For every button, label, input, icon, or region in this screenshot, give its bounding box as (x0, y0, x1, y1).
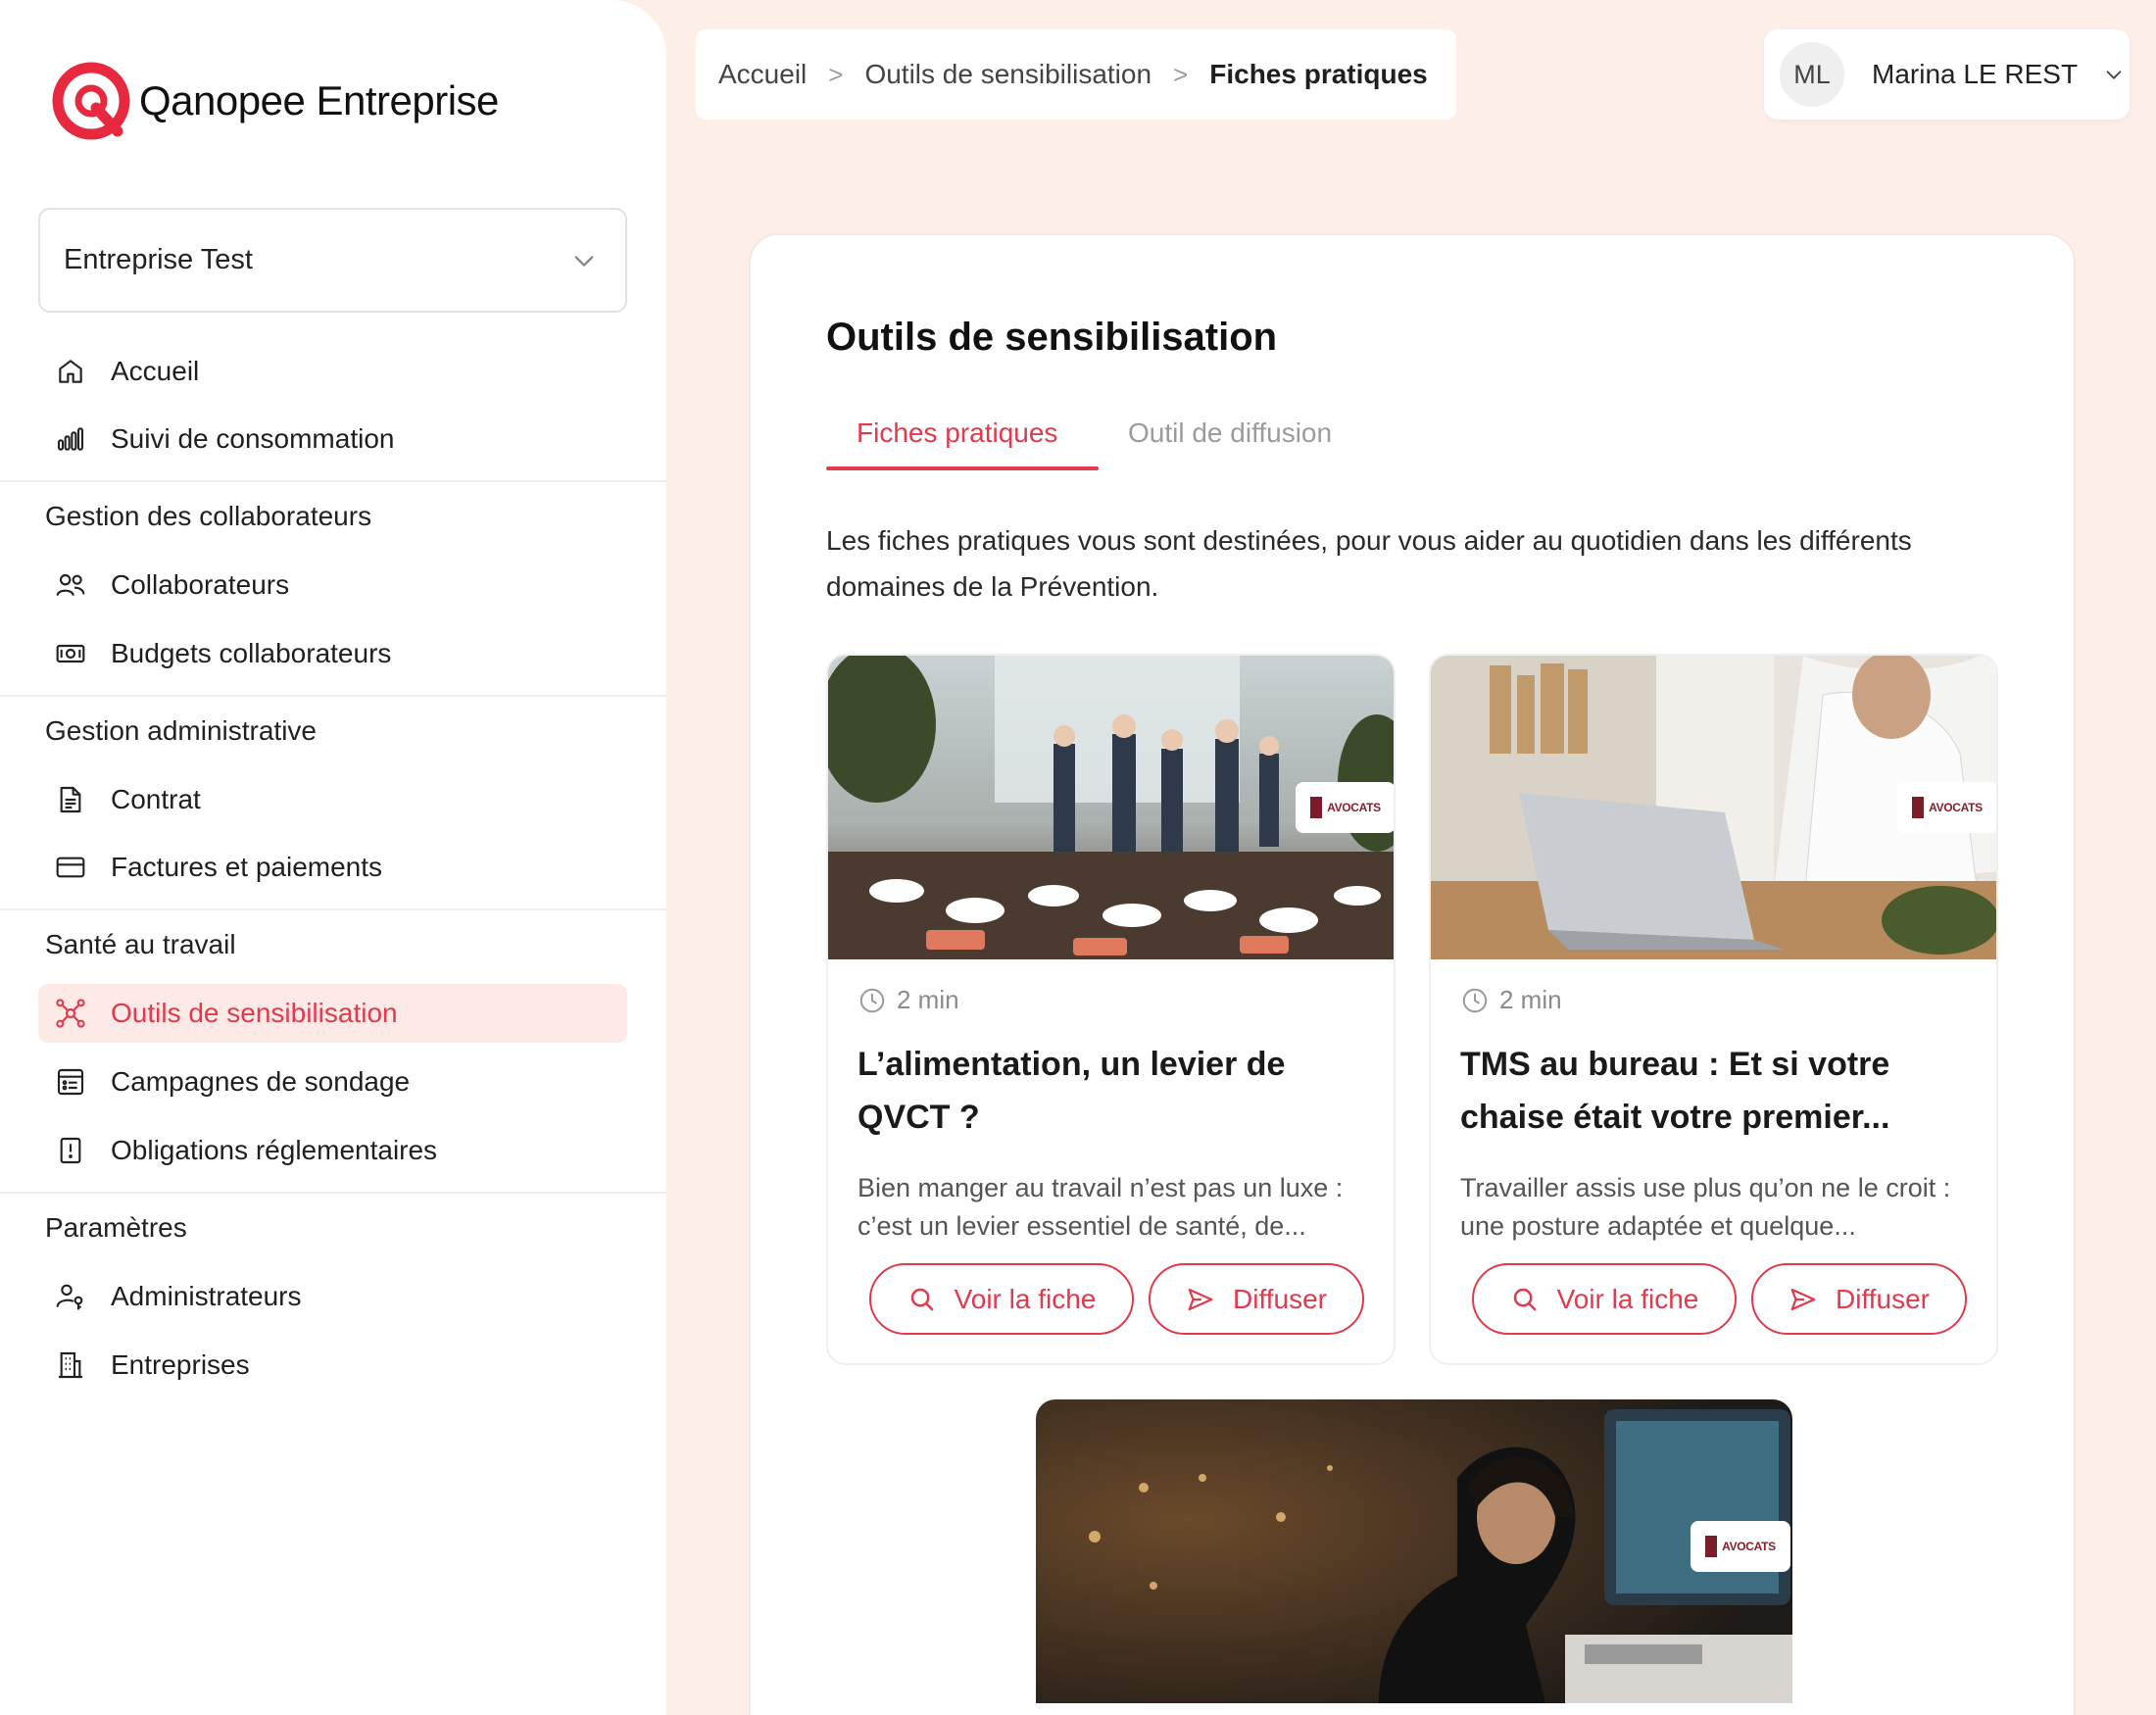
sidebar-item-budgets-collaborateurs[interactable]: Budgets collaborateurs (38, 624, 627, 683)
tab-fiches-pratiques[interactable]: Fiches pratiques (857, 417, 1057, 449)
partner-logo: AVOCATS (1690, 1521, 1790, 1572)
article-card[interactable]: AVOCATS 2 min L’alimentation, un levier … (826, 654, 1396, 1365)
sidebar-item-contrat[interactable]: Contrat (38, 770, 627, 829)
sidebar-item-administrateurs[interactable]: Administrateurs (38, 1267, 627, 1326)
sidebar-item-outils-sensibilisation[interactable]: Outils de sensibilisation (38, 984, 627, 1043)
article-title[interactable]: TMS au bureau : Et si votre chaise était… (1460, 1038, 1970, 1144)
sidebar-item-accueil[interactable]: Accueil (38, 342, 627, 401)
intro-text: Les fiches pratiques vous sont destinées… (826, 525, 1912, 602)
section-title-gestion-collaborateurs: Gestion des collaborateurs (45, 501, 372, 531)
section-title-gestion-administrative: Gestion administrative (45, 715, 318, 746)
view-sheet-button[interactable]: Voir la fiche (1472, 1263, 1737, 1335)
office-buffet-photo: AVOCATS (828, 656, 1394, 959)
share-label: Diffuser (1836, 1283, 1930, 1314)
clock-icon (1462, 988, 1488, 1012)
article-excerpt: Travailler assis use plus qu’on ne le cr… (1460, 1173, 1951, 1241)
share-button[interactable]: Diffuser (1751, 1263, 1967, 1335)
share-label: Diffuser (1233, 1283, 1327, 1314)
sidebar-item-label: Outils de sensibilisation (111, 998, 398, 1028)
article-card[interactable]: AVOCATS 2 min TMS au bureau : Et si votr… (1429, 654, 1998, 1365)
bar-chart-icon (54, 422, 87, 456)
sidebar-divider (0, 695, 666, 697)
brand-name: Qanopee Entreprise (139, 77, 499, 123)
sidebar-item-label: Administrateurs (111, 1281, 302, 1311)
sidebar-item-label: Collaborateurs (111, 569, 290, 600)
users-icon (54, 568, 87, 602)
breadcrumb-separator: > (1173, 59, 1189, 89)
active-tab-indicator (826, 466, 1099, 470)
send-icon (1188, 1288, 1213, 1310)
sidebar-item-factures-paiements[interactable]: Factures et paiements (38, 838, 627, 897)
section-title-parametres: Paramètres (45, 1212, 187, 1243)
sidebar-item-label: Accueil (111, 356, 200, 386)
view-sheet-label: Voir la fiche (954, 1283, 1097, 1314)
sidebar-divider (0, 480, 666, 482)
sidebar-item-obligations-reglementaires[interactable]: Obligations réglementaires (38, 1121, 627, 1180)
sidebar-item-entreprises[interactable]: Entreprises (38, 1336, 627, 1395)
chevron-down-icon (574, 255, 594, 267)
clock-icon (859, 988, 885, 1012)
chevron-down-icon (2106, 71, 2122, 79)
view-sheet-button[interactable]: Voir la fiche (869, 1263, 1134, 1335)
user-name: Marina LE REST (1872, 59, 2079, 89)
admin-user-icon (54, 1280, 87, 1313)
read-time: 2 min (1460, 985, 1562, 1015)
section-title-sante-travail: Santé au travail (45, 929, 236, 959)
avatar: ML (1780, 42, 1844, 107)
alert-document-icon (54, 1134, 87, 1167)
money-icon (54, 637, 87, 670)
sidebar-item-label: Obligations réglementaires (111, 1135, 438, 1165)
sidebar-item-collaborateurs[interactable]: Collaborateurs (38, 556, 627, 614)
document-icon (54, 783, 87, 816)
sidebar-item-suivi-consommation[interactable]: Suivi de consommation (38, 410, 627, 468)
sidebar-divider (0, 908, 666, 910)
sidebar-item-label: Campagnes de sondage (111, 1066, 411, 1097)
partner-logo: AVOCATS (1296, 782, 1394, 833)
sidebar-item-label: Entreprises (111, 1349, 250, 1380)
search-icon (910, 1288, 933, 1310)
laptop-worker-photo: AVOCATS (1431, 656, 1996, 959)
breadcrumb: Accueil > Outils de sensibilisation > Fi… (696, 29, 1456, 120)
sidebar-divider (0, 1192, 666, 1194)
partner-logo: AVOCATS (1897, 782, 1996, 833)
tab-outil-diffusion[interactable]: Outil de diffusion (1128, 417, 1332, 449)
qanopee-logo-icon (52, 62, 130, 140)
read-time-value: 2 min (1499, 985, 1562, 1014)
company-select-value: Entreprise Test (64, 244, 253, 275)
sidebar-item-label: Contrat (111, 784, 201, 814)
read-time: 2 min (858, 985, 959, 1015)
building-icon (54, 1348, 87, 1382)
page-title: Outils de sensibilisation (826, 316, 1278, 359)
network-icon (54, 997, 87, 1030)
user-menu[interactable]: ML Marina LE REST (1764, 29, 2130, 120)
sidebar: Qanopee Entreprise Entreprise Test Accue… (0, 0, 666, 1715)
breadcrumb-separator: > (828, 59, 844, 89)
sidebar-item-label: Budgets collaborateurs (111, 638, 392, 668)
home-icon (54, 355, 87, 388)
survey-icon (54, 1065, 87, 1099)
share-button[interactable]: Diffuser (1149, 1263, 1364, 1335)
stressed-woman-computer-photo[interactable]: AVOCATS (1036, 1399, 1792, 1703)
breadcrumb-item-accueil[interactable]: Accueil (718, 59, 807, 90)
article-title[interactable]: L’alimentation, un levier de QVCT ? (858, 1038, 1367, 1144)
send-icon (1790, 1288, 1816, 1310)
credit-card-icon (54, 851, 87, 884)
breadcrumb-item-current: Fiches pratiques (1209, 59, 1428, 89)
sidebar-item-campagnes-sondage[interactable]: Campagnes de sondage (38, 1053, 627, 1111)
breadcrumb-item-outils[interactable]: Outils de sensibilisation (864, 59, 1152, 90)
brand-logo[interactable]: Qanopee Entreprise (49, 59, 499, 143)
sidebar-item-label: Suivi de consommation (111, 423, 395, 454)
view-sheet-label: Voir la fiche (1556, 1283, 1699, 1314)
sidebar-item-label: Factures et paiements (111, 852, 383, 882)
company-select[interactable]: Entreprise Test (38, 208, 627, 313)
search-icon (1513, 1288, 1536, 1310)
read-time-value: 2 min (897, 985, 959, 1014)
article-excerpt: Bien manger au travail n’est pas un luxe… (858, 1173, 1344, 1241)
